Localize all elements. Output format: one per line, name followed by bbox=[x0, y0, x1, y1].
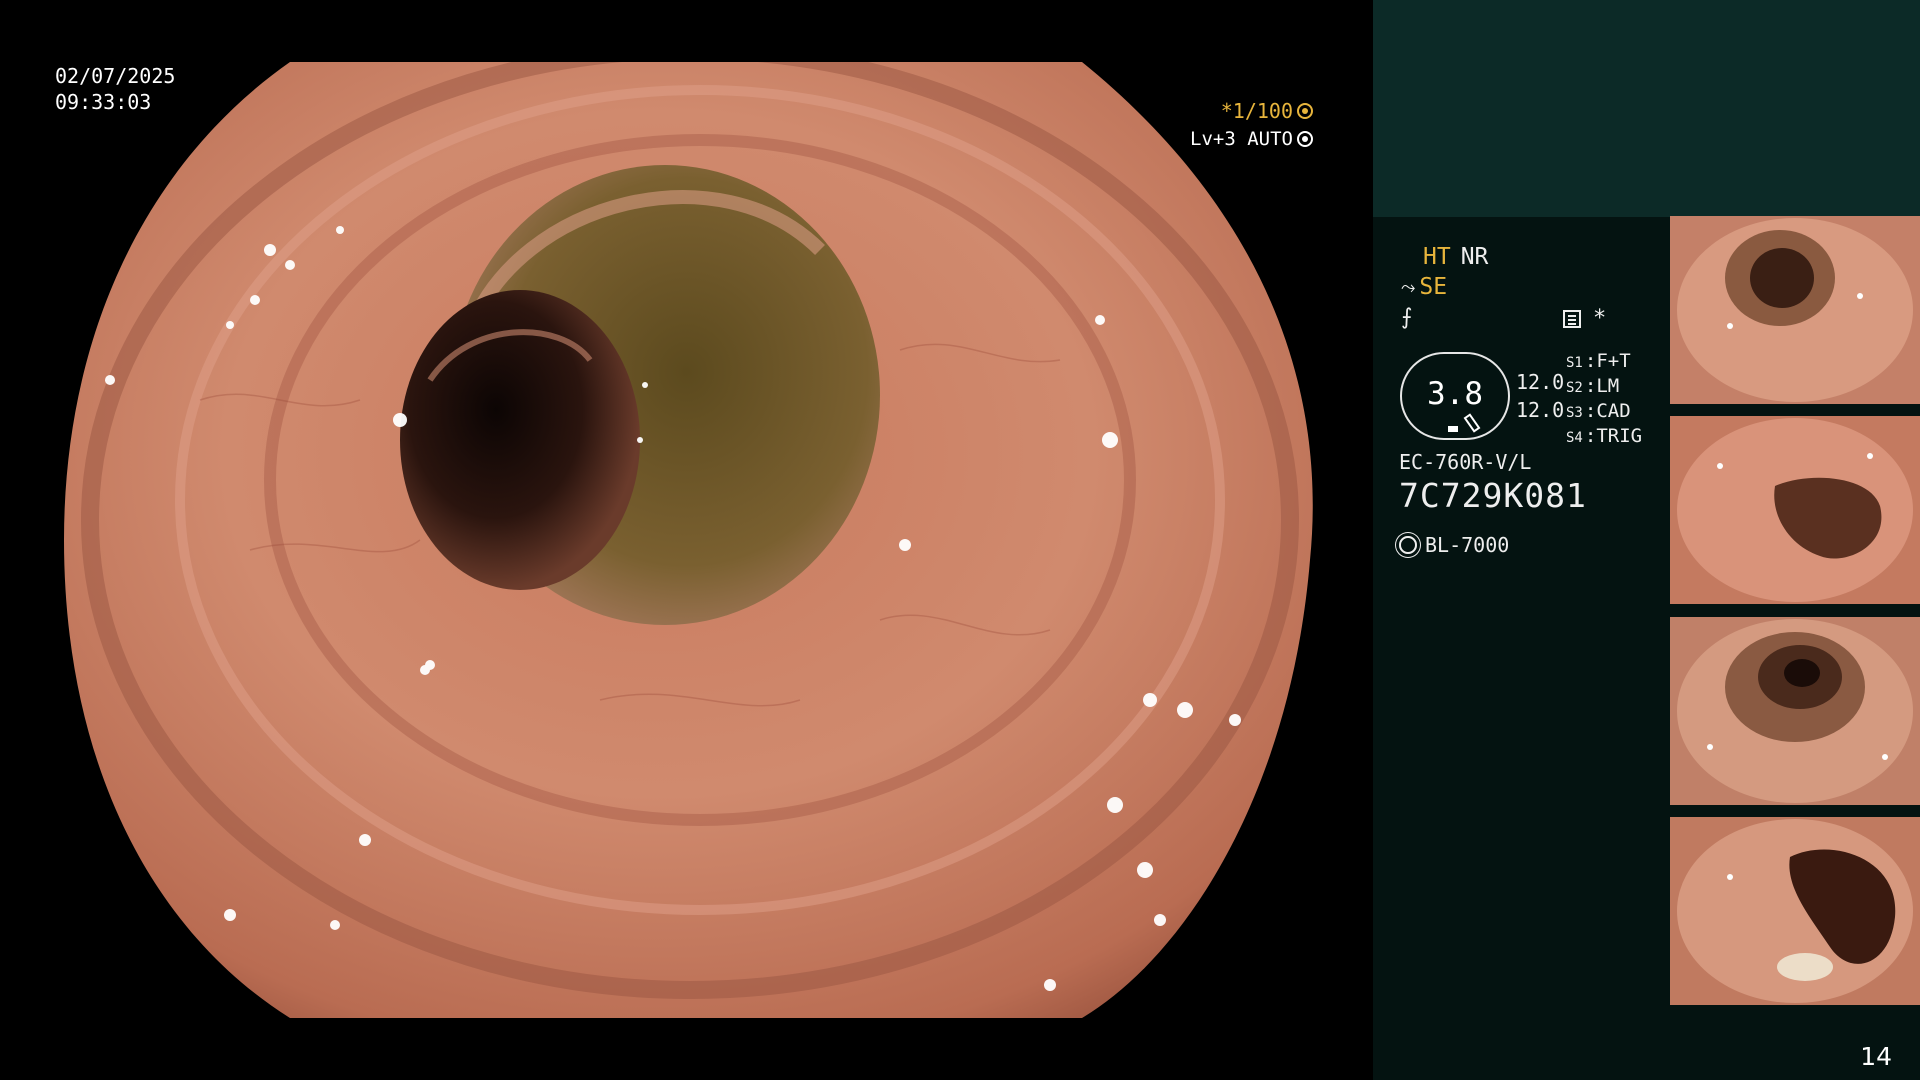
light-source-row: BL-7000 bbox=[1399, 533, 1509, 557]
light-source-label: BL-7000 bbox=[1425, 533, 1510, 557]
thumbnail-image bbox=[1670, 416, 1920, 604]
switch-4: S4:TRIG bbox=[1566, 425, 1643, 447]
mode-row: HT NR bbox=[1423, 244, 1488, 270]
switch-2: S2:LM bbox=[1566, 375, 1620, 397]
shutter-value: *1/100 bbox=[1220, 99, 1293, 123]
nr-label: NR bbox=[1460, 244, 1489, 270]
menu-icon-row: * bbox=[1563, 306, 1606, 331]
thumbnail-1[interactable] bbox=[1670, 216, 1920, 404]
thumbnail-image bbox=[1670, 817, 1920, 1005]
light-source-icon bbox=[1399, 536, 1417, 554]
function-icon: ⨍ bbox=[1401, 305, 1413, 330]
iris-icon bbox=[1297, 131, 1313, 147]
level-value-2: 12.0 bbox=[1516, 398, 1565, 422]
thumbnail-image bbox=[1670, 617, 1920, 805]
panel-header-area bbox=[1373, 0, 1920, 217]
thumbnail-2[interactable] bbox=[1670, 416, 1920, 604]
level-value-1: 12.0 bbox=[1516, 370, 1565, 394]
thumbnail-image bbox=[1670, 216, 1920, 404]
level-value: Lv+3 AUTO bbox=[1190, 128, 1293, 150]
shutter-readout: *1/100 bbox=[1221, 98, 1313, 124]
switch-3: S3:CAD bbox=[1566, 400, 1631, 422]
zoom-value: 3.8 bbox=[1427, 376, 1483, 412]
pencil-icon bbox=[1463, 413, 1481, 433]
list-icon bbox=[1563, 309, 1581, 328]
switch-1: S1:F+T bbox=[1566, 350, 1631, 372]
date-readout: 02/07/2025 bbox=[55, 64, 176, 88]
scope-serial: 7C729K081 bbox=[1399, 476, 1587, 515]
endoscopy-main-view: 02/07/2025 09:33:03 *1/100 Lv+3 AUTO bbox=[0, 0, 1373, 1080]
info-panel: HT NR ⤳ SE ⨍ * 3.8 12.0 12.0 S1:F+T S2:LM… bbox=[1373, 0, 1920, 1080]
se-label: SE bbox=[1419, 274, 1448, 300]
scope-model: EC-760R-V/L bbox=[1399, 450, 1532, 474]
star-label: * bbox=[1593, 306, 1607, 331]
level-readout: Lv+3 AUTO bbox=[1190, 126, 1313, 152]
time-readout: 09:33:03 bbox=[55, 90, 152, 114]
ht-label: HT bbox=[1423, 244, 1451, 270]
endoscopy-image bbox=[64, 62, 1313, 1018]
structure-enhance-icon: ⤳ bbox=[1401, 276, 1416, 298]
zoom-gauge: 3.8 bbox=[1400, 352, 1510, 440]
gauge-bar-icon bbox=[1448, 426, 1458, 432]
page-number: 14 bbox=[1860, 1042, 1892, 1071]
aperture-icon bbox=[1297, 103, 1313, 119]
thumbnail-4[interactable] bbox=[1670, 817, 1920, 1005]
thumbnail-3[interactable] bbox=[1670, 617, 1920, 805]
structure-enhance-row: ⤳ SE bbox=[1401, 274, 1447, 300]
